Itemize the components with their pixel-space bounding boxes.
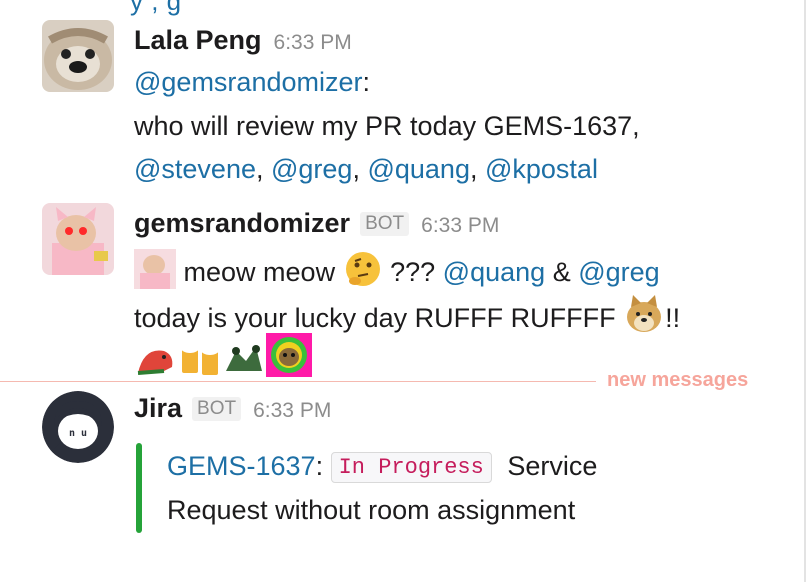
bot-badge: BOT xyxy=(360,212,410,236)
issue-link[interactable]: GEMS-1637 xyxy=(167,451,316,481)
separator: , xyxy=(255,154,271,184)
colon-text: : xyxy=(362,67,371,97)
mention-kpostal[interactable]: @kpostal xyxy=(485,154,598,184)
author-name[interactable]: Jira xyxy=(134,393,182,423)
message-text: meow meow xyxy=(183,257,336,287)
avatar-lala-peng[interactable] xyxy=(42,20,114,92)
timestamp[interactable]: 6:33 PM xyxy=(253,399,331,422)
previous-message-fragment: y , g xyxy=(130,0,182,16)
mention-quang[interactable]: @quang xyxy=(443,257,546,287)
ampersand: & xyxy=(552,257,571,287)
timestamp[interactable]: 6:33 PM xyxy=(274,31,352,54)
beers-emoji xyxy=(178,337,222,385)
sloth-rainbow-emoji xyxy=(266,333,312,385)
author-name[interactable]: gemsrandomizer xyxy=(134,208,350,238)
status-code-badge: In Progress xyxy=(330,452,492,483)
thinking-face-emoji xyxy=(343,249,383,297)
issue-summary-part2: Request without room assignment xyxy=(167,495,576,525)
question-marks: ??? xyxy=(390,257,436,287)
new-messages-label: new messages xyxy=(607,369,749,391)
avatar-gemsrandomizer[interactable] xyxy=(42,203,114,275)
mention-stevene[interactable]: @stevene xyxy=(134,154,256,184)
mention-gemsrandomizer[interactable]: @gemsrandomizer xyxy=(134,67,363,97)
author-name[interactable]: Lala Peng xyxy=(134,25,262,55)
avatar-initials: n u xyxy=(69,428,87,439)
parrot-emoji xyxy=(134,341,178,385)
doge-emoji xyxy=(623,293,665,343)
mention-greg[interactable]: @greg xyxy=(271,154,352,184)
message-text: who will review my PR today GEMS-1637, xyxy=(134,111,640,141)
timestamp[interactable]: 6:33 PM xyxy=(421,214,499,237)
dancing-emoji xyxy=(222,341,266,385)
separator: , xyxy=(469,154,485,184)
exclamation: !! xyxy=(665,303,681,333)
mention-quang[interactable]: @quang xyxy=(367,154,470,184)
new-messages-divider xyxy=(0,381,596,382)
bot-badge: BOT xyxy=(192,397,242,421)
issue-summary-part1: Service xyxy=(507,451,598,481)
separator: , xyxy=(352,154,368,184)
mention-greg[interactable]: @greg xyxy=(578,257,659,287)
message-text: today is your lucky day RUFFF RUFFFF xyxy=(134,303,616,333)
attachment-accent-bar xyxy=(136,443,142,533)
colon-text: : xyxy=(315,451,324,481)
cat-emoji xyxy=(134,249,176,297)
avatar-jira[interactable]: n u xyxy=(42,391,114,463)
